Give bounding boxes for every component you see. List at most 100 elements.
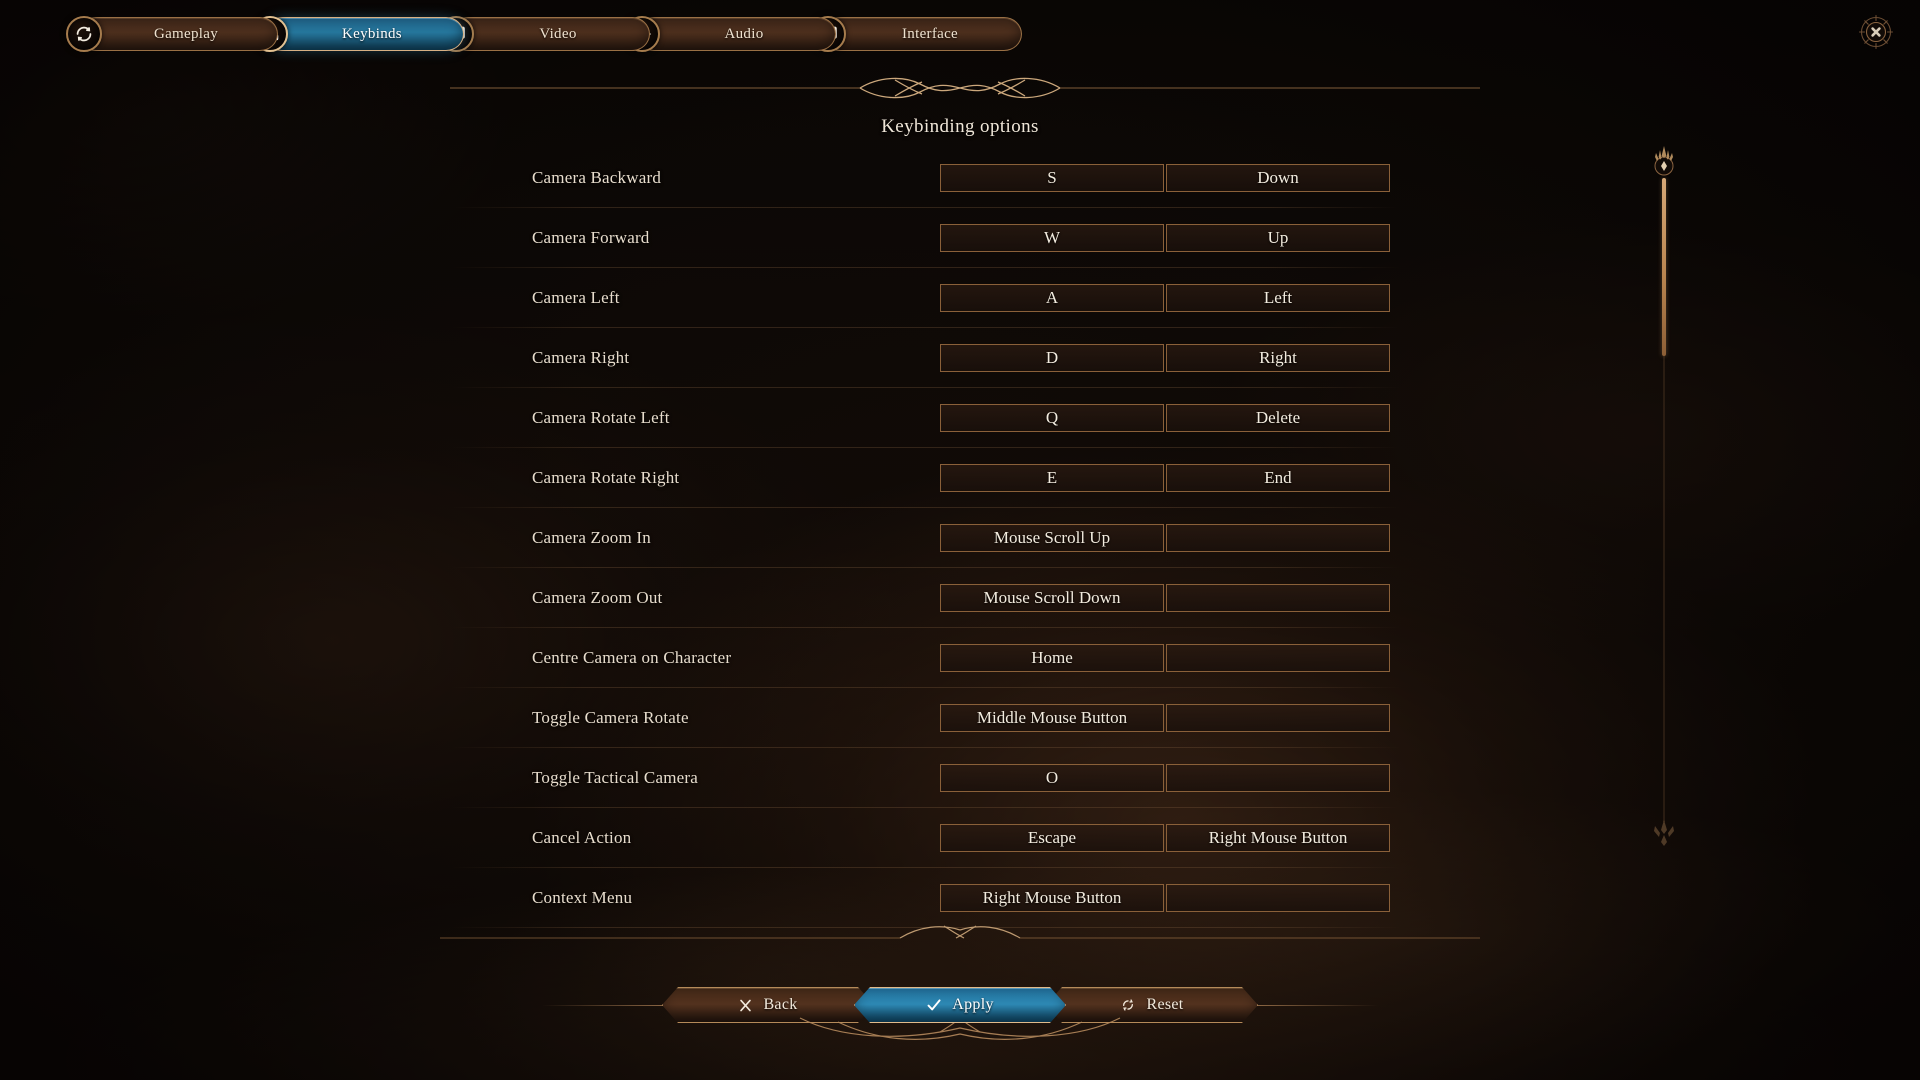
keybind-primary-slot[interactable]: Mouse Scroll Down <box>940 584 1164 612</box>
tab-interface-body[interactable]: Interface <box>822 17 1022 51</box>
keybind-row: Cancel Action Escape Right Mouse Button <box>0 808 1920 868</box>
tab-video-body[interactable]: Video <box>450 17 650 51</box>
keybind-row: Camera Zoom In Mouse Scroll Up <box>0 508 1920 568</box>
keybind-slots: Q Delete <box>940 404 1390 432</box>
keybind-secondary-slot[interactable]: Delete <box>1166 404 1390 432</box>
keybind-list: Camera Backward S Down Camera Forward W Up Cam… <box>0 148 1920 928</box>
keybind-action-label: Camera Rotate Left <box>532 408 670 427</box>
keybind-primary-slot[interactable]: Escape <box>940 824 1164 852</box>
apply-button[interactable]: Apply <box>854 987 1066 1023</box>
keybind-row: Camera Rotate Right E End <box>0 448 1920 508</box>
keybind-slots: A Left <box>940 284 1390 312</box>
keybind-slots: Middle Mouse Button <box>940 704 1390 732</box>
keybind-secondary-slot[interactable]: Right Mouse Button <box>1166 824 1390 852</box>
tab-video[interactable]: Video <box>438 15 650 53</box>
keybind-row: Camera Left A Left <box>0 268 1920 328</box>
footer-rule-left <box>542 1004 672 1006</box>
keybind-action-label: Cancel Action <box>532 828 632 847</box>
tab-gameplay-body[interactable]: Gameplay <box>78 17 278 51</box>
keybind-row: Toggle Tactical Camera O <box>0 748 1920 808</box>
scrollbar-thumb[interactable] <box>1662 178 1666 356</box>
tab-video-label: Video <box>539 25 577 42</box>
keybind-row: Camera Rotate Left Q Delete <box>0 388 1920 448</box>
keybind-secondary-slot[interactable]: End <box>1166 464 1390 492</box>
keybind-primary-slot[interactable]: Middle Mouse Button <box>940 704 1164 732</box>
keybind-primary-slot[interactable]: Right Mouse Button <box>940 884 1164 912</box>
keybind-action-label: Camera Zoom Out <box>532 588 663 607</box>
keybind-slots: Right Mouse Button <box>940 884 1390 912</box>
keybind-secondary-slot[interactable]: Right <box>1166 344 1390 372</box>
keybind-slots: W Up <box>940 224 1390 252</box>
keybind-slots: D Right <box>940 344 1390 372</box>
keybind-slots: E End <box>940 464 1390 492</box>
keybind-primary-slot[interactable]: E <box>940 464 1164 492</box>
keybind-slots: Mouse Scroll Up <box>940 524 1390 552</box>
footer-rule-right <box>1248 1004 1378 1006</box>
keybind-secondary-slot[interactable]: Down <box>1166 164 1390 192</box>
keybind-row: Camera Backward S Down <box>0 148 1920 208</box>
bottom-divider-ornament <box>440 925 1480 939</box>
keybind-row: Camera Right D Right <box>0 328 1920 388</box>
keybind-primary-slot[interactable]: O <box>940 764 1164 792</box>
keybind-secondary-slot[interactable] <box>1166 884 1390 912</box>
keybind-action-label: Toggle Camera Rotate <box>532 708 689 727</box>
keybind-slots: Home <box>940 644 1390 672</box>
tab-interface-label: Interface <box>902 25 958 42</box>
page-title: Keybinding options <box>881 116 1039 137</box>
x-mark-icon <box>738 998 753 1013</box>
keybind-slots: S Down <box>940 164 1390 192</box>
close-x-icon <box>1858 14 1894 50</box>
keybind-secondary-slot[interactable] <box>1166 584 1390 612</box>
back-button-label: Back <box>763 996 798 1013</box>
tab-keybinds-body[interactable]: Keybinds <box>264 17 464 51</box>
refresh-circle-icon <box>1120 997 1136 1013</box>
tab-gameplay-label: Gameplay <box>153 25 219 42</box>
tab-keybinds[interactable]: Keybinds <box>252 15 464 53</box>
settings-tab-bar: Gameplay Keybinds Video Audio Interface <box>66 14 1022 54</box>
keybind-row: Camera Forward W Up <box>0 208 1920 268</box>
tab-gameplay[interactable]: Gameplay <box>66 15 278 53</box>
tab-audio[interactable]: Audio <box>624 15 836 53</box>
keybind-secondary-slot[interactable] <box>1166 704 1390 732</box>
top-divider-ornament <box>450 77 1480 99</box>
tab-audio-body[interactable]: Audio <box>636 17 836 51</box>
keybind-secondary-slot[interactable] <box>1166 644 1390 672</box>
keybind-action-label: Toggle Tactical Camera <box>532 768 698 787</box>
keybind-action-label: Centre Camera on Character <box>532 648 732 667</box>
keybind-action-label: Camera Rotate Right <box>532 468 680 487</box>
keybind-slots: Mouse Scroll Down <box>940 584 1390 612</box>
check-mark-icon <box>926 997 942 1013</box>
keybind-slots: O <box>940 764 1390 792</box>
keybind-primary-slot[interactable]: A <box>940 284 1164 312</box>
gameplay-cycle-icon <box>66 16 102 52</box>
keybind-secondary-slot[interactable]: Left <box>1166 284 1390 312</box>
keybind-primary-slot[interactable]: W <box>940 224 1164 252</box>
keybind-primary-slot[interactable]: Mouse Scroll Up <box>940 524 1164 552</box>
apply-button-label: Apply <box>952 996 994 1013</box>
keybind-action-label: Camera Forward <box>532 228 650 247</box>
keybind-row: Centre Camera on Character Home <box>0 628 1920 688</box>
keybind-primary-slot[interactable]: Home <box>940 644 1164 672</box>
keybind-action-label: Camera Right <box>532 348 630 367</box>
keybind-primary-slot[interactable]: Q <box>940 404 1164 432</box>
scrollbar[interactable] <box>1650 144 1678 856</box>
scrollbar-bottom-ornament <box>1654 820 1674 846</box>
tab-interface[interactable]: Interface <box>810 15 1022 53</box>
close-button[interactable] <box>1854 10 1898 54</box>
keybind-action-label: Camera Left <box>532 288 620 307</box>
tab-audio-label: Audio <box>724 25 764 42</box>
scrollbar-top-ornament <box>1654 146 1674 176</box>
keybind-row: Toggle Camera Rotate Middle Mouse Button <box>0 688 1920 748</box>
keybind-primary-slot[interactable]: S <box>940 164 1164 192</box>
tab-keybinds-label: Keybinds <box>342 25 402 42</box>
keybind-action-label: Context Menu <box>532 888 633 907</box>
keybind-secondary-slot[interactable] <box>1166 764 1390 792</box>
keybind-action-label: Camera Backward <box>532 168 662 187</box>
keybind-row: Camera Zoom Out Mouse Scroll Down <box>0 568 1920 628</box>
reset-button-label: Reset <box>1146 996 1184 1013</box>
keybind-secondary-slot[interactable]: Up <box>1166 224 1390 252</box>
keybind-secondary-slot[interactable] <box>1166 524 1390 552</box>
keybind-slots: Escape Right Mouse Button <box>940 824 1390 852</box>
keybind-primary-slot[interactable]: D <box>940 344 1164 372</box>
keybind-action-label: Camera Zoom In <box>532 528 651 547</box>
